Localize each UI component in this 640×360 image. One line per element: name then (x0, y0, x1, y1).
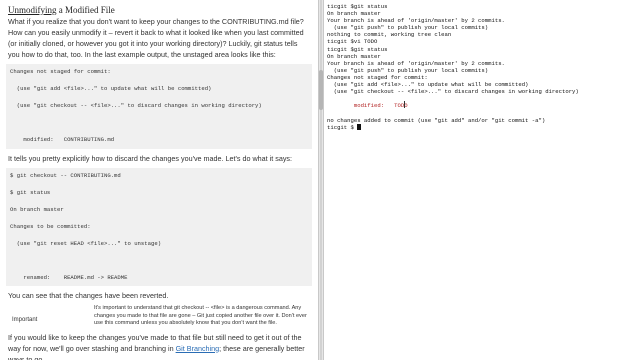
code2-line: Changes to be committed: (10, 222, 91, 230)
code2-line: $ git status (10, 188, 51, 196)
title-rest: a Modified File (56, 5, 115, 15)
code2-line (10, 214, 308, 223)
intro-paragraph: What if you realize that you don't want … (8, 17, 304, 59)
code1-line: (use "git checkout -- <file>..." to disc… (10, 102, 262, 109)
code1-line (10, 94, 308, 103)
code1-line: (use "git add <file>..." to update what … (10, 85, 212, 92)
terminal-line: (use "git push" to publish your local co… (327, 66, 489, 74)
terminal-prompt-line[interactable]: ticgit $ (327, 124, 637, 131)
terminal-line: On branch master (327, 10, 381, 18)
code2-line: (use "git reset HEAD <file>..." to unsta… (10, 239, 162, 247)
code2-line (10, 180, 308, 189)
documentation-pane: Unmodifying a Modified File What if you … (0, 0, 318, 360)
terminal-output: ticgit $git status On branch master Your b… (324, 0, 640, 134)
terminal-line: nothing to commit, working tree clean (327, 31, 452, 39)
terminal-cursor-icon (357, 124, 362, 131)
code1-line: Changes not staged for commit: (10, 68, 111, 75)
terminal-line: ticgit $git status (327, 45, 388, 53)
terminal-pane[interactable]: ticgit $git status On branch master Your b… (324, 0, 640, 360)
title-underlined-word: Unmodifying (8, 5, 57, 15)
important-text: It's important to understand that git ch… (94, 305, 307, 326)
terminal-line: Your branch is ahead of 'origin/master' … (327, 59, 505, 67)
terminal-line: ticgit $vi TODO (327, 38, 378, 46)
code1-line (10, 111, 308, 120)
code2-line (10, 257, 308, 266)
code1-line: modified: CONTRIBUTING.md (10, 136, 115, 143)
git-branching-link[interactable]: Git Branching (176, 344, 220, 353)
terminal-line: (use "git checkout -- <file>..." to disc… (327, 88, 579, 96)
terminal-line: (use "git add <file>..." to update what … (327, 81, 529, 89)
code1-line (10, 128, 308, 137)
section-title: Unmodifying a Modified File (0, 0, 318, 16)
code2-line (10, 248, 308, 257)
reverted-paragraph: You can see that the changes have been r… (8, 291, 169, 300)
code-block-unstaged: Changes not staged for commit: (use "git… (6, 64, 312, 149)
code2-line: On branch master (10, 205, 64, 213)
code2-line: $ git checkout -- CONTRIBUTING.md (10, 171, 121, 179)
code2-line (10, 197, 308, 206)
terminal-modified-line: modified: TODO (327, 102, 408, 110)
terminal-prompt: ticgit $ (327, 123, 354, 131)
terminal-line: Your branch is ahead of 'origin/master' … (327, 17, 505, 25)
scrollbar-thumb[interactable] (319, 70, 323, 110)
stash-paragraph: If you would like to keep the changes yo… (0, 332, 318, 360)
terminal-line: On branch master (327, 52, 381, 60)
terminal-line: (use "git push" to publish your local co… (327, 24, 489, 32)
code1-line (10, 119, 308, 128)
code1-line (10, 77, 308, 86)
code-block-checkout: $ git checkout -- CONTRIBUTING.md $ git … (6, 167, 312, 286)
terminal-line: ticgit $git status (327, 3, 388, 10)
text-cursor-icon (404, 101, 405, 108)
code2-line (10, 265, 308, 274)
code2-line (10, 231, 308, 240)
terminal-line: no changes added to commit (use "git add… (327, 116, 546, 124)
important-label: Important (12, 317, 38, 323)
code2-line: renamed: README.md -> README (10, 273, 128, 281)
important-callout: Important It's important to understand t… (6, 305, 312, 328)
terminal-line: Changes not staged for commit: (327, 73, 428, 81)
divider-grip[interactable] (320, 0, 322, 360)
explain-paragraph: It tells you pretty explicitly how to di… (8, 153, 292, 163)
